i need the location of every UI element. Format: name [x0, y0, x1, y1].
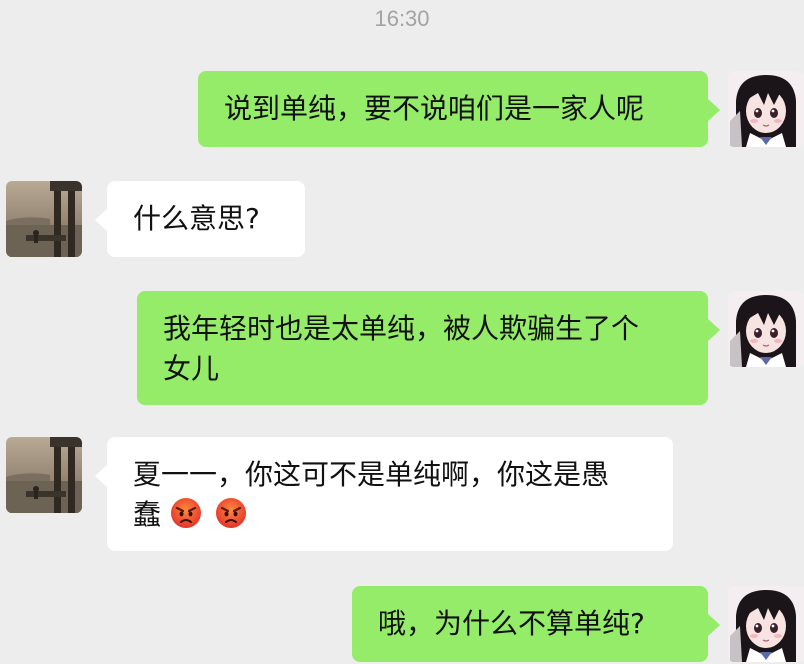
peer-avatar[interactable] [6, 437, 82, 513]
message-text: 什么意思? [133, 202, 260, 235]
message-text-line: 我年轻时也是太单纯，被人欺骗生了个 [163, 312, 640, 345]
self-avatar[interactable] [728, 586, 804, 662]
message-bubble-self[interactable]: 说到单纯，要不说咱们是一家人呢 [198, 71, 720, 147]
self-avatar[interactable] [728, 71, 804, 147]
message-text: 哦，为什么不算单纯? [378, 607, 645, 640]
message-bubble-peer[interactable]: 什么意思? [95, 181, 305, 257]
timestamp: 16:30 [374, 6, 430, 31]
message-bubble-peer[interactable]: 夏一一，你这可不是单纯啊，你这是愚 蠢 [95, 437, 673, 551]
angry-face-emoji [169, 497, 202, 529]
message-text: 蠢 [133, 498, 162, 531]
message-text: 说到单纯，要不说咱们是一家人呢 [224, 92, 645, 125]
message-bubble-self[interactable]: 哦，为什么不算单纯? [352, 586, 720, 662]
angry-face-emoji [214, 497, 247, 529]
peer-avatar[interactable] [6, 181, 82, 257]
self-avatar[interactable] [728, 291, 804, 367]
message-text-line: 蠢 [133, 495, 647, 535]
message-text-line: 夏一一，你这可不是单纯啊，你这是愚 [133, 458, 610, 491]
message-bubble-self[interactable]: 我年轻时也是太单纯，被人欺骗生了个 女儿 [137, 291, 720, 405]
message-text-line: 女儿 [163, 352, 220, 385]
